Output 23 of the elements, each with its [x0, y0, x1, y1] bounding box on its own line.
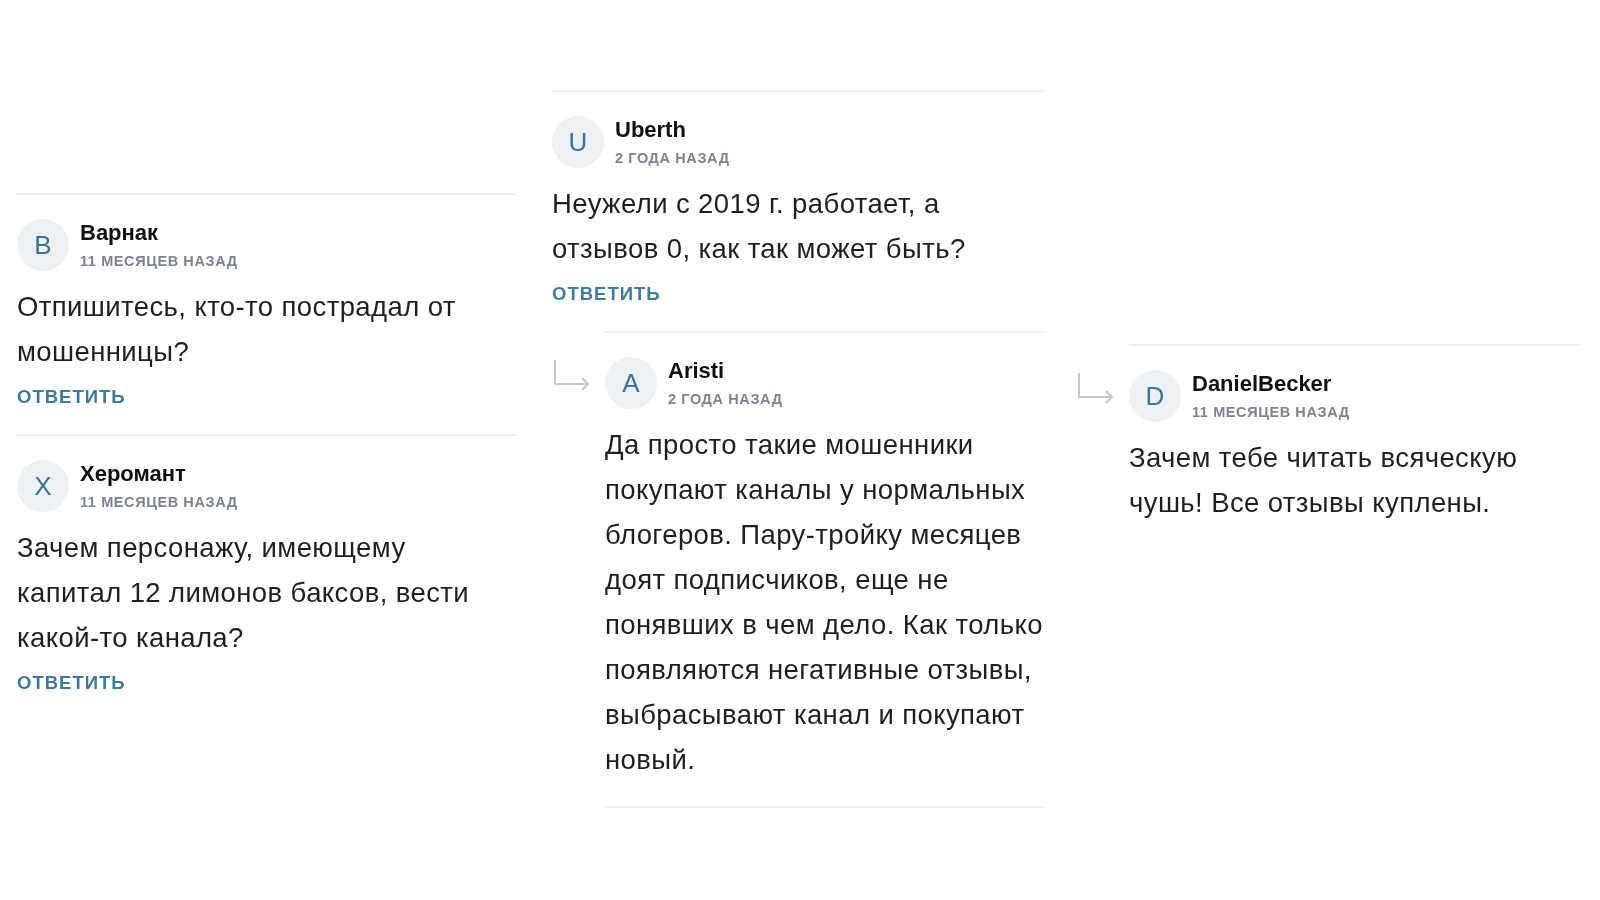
comment-text: Неужели с 2019 г. работает, а отзывов 0, как так может быть?: [552, 187, 967, 266]
author-name: Uberth: [615, 116, 687, 144]
reply-link[interactable]: ОТВЕТИТЬ: [17, 670, 126, 696]
comment-time: 11 МЕСЯЦЕВ НАЗАД: [1192, 403, 1350, 422]
comment-text: Отпишитесь, кто-то пострадал от мошенницы?: [17, 290, 457, 369]
comment-text: Зачем тебе читать всяческую чушь! Все отзывы куплены.: [1129, 441, 1519, 520]
avatar: D: [1129, 370, 1181, 422]
avatar: В: [17, 219, 69, 271]
avatar: Х: [17, 460, 69, 512]
reply-link[interactable]: ОТВЕТИТЬ: [17, 384, 126, 410]
reply-link[interactable]: ОТВЕТИТЬ: [552, 281, 661, 307]
author-name: Aristi: [668, 357, 726, 385]
comment-text: Зачем персонажу, имеющему капитал 12 лимонов баксов, вести какой-то канала?: [17, 531, 471, 655]
author-name: Варнак: [80, 219, 160, 247]
comment-text: Да просто такие мошенники покупают каналы у нормальных блогеров. Пару-тройку месяцев доят подписчиков, еще не понявших в чем дело. Как только появляются негативные отзывы, выбрасывают канал и покупают новый.: [605, 428, 1044, 777]
author-name: Херомант: [80, 460, 187, 488]
comment-time: 2 ГОДА НАЗАД: [615, 149, 730, 168]
comment-time: 11 МЕСЯЦЕВ НАЗАД: [80, 493, 238, 512]
comment-time: 11 МЕСЯЦЕВ НАЗАД: [80, 252, 238, 271]
avatar: A: [605, 357, 657, 409]
author-name: DanielBecker: [1192, 370, 1333, 398]
comment-time: 2 ГОДА НАЗАД: [668, 390, 783, 409]
avatar: U: [552, 116, 604, 168]
